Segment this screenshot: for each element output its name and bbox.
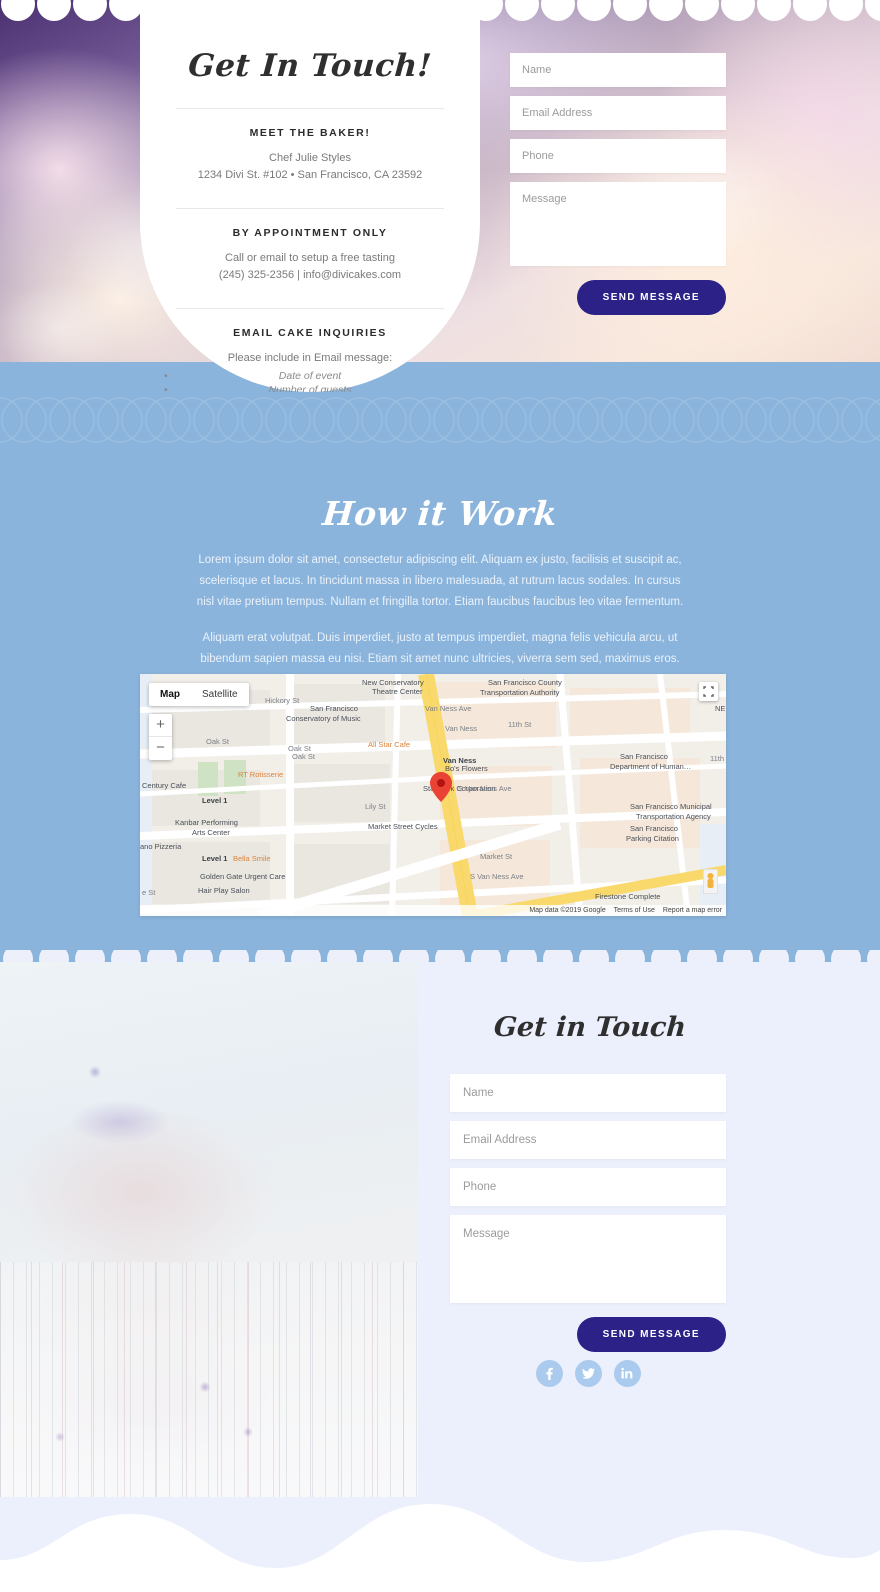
footer-contact-section: Get in Touch SEND MESSAGE — [0, 962, 880, 1592]
social-links — [450, 1360, 726, 1387]
footer-submit-row: SEND MESSAGE — [450, 1317, 726, 1352]
hero-contact-form: SEND MESSAGE — [510, 53, 726, 315]
send-message-button[interactable]: SEND MESSAGE — [576, 280, 726, 315]
street-view-pegman-icon[interactable] — [703, 869, 718, 894]
baker-name: Chef Julie Styles — [269, 152, 351, 164]
appointment-note: Call or email to setup a free tasting — [225, 252, 395, 264]
map-label: Hair Play Salon — [198, 886, 250, 895]
phone-input[interactable] — [510, 139, 726, 173]
baker-address: 1234 Divi St. #102 • San Francisco, CA 2… — [197, 169, 423, 181]
meet-the-baker-heading: MEET THE BAKER! — [249, 127, 371, 139]
hero-section: Get In Touch! MEET THE BAKER! Chef Julie… — [0, 0, 880, 392]
map-label: ano Pizzeria — [140, 842, 182, 851]
map-label: Century Cafe — [142, 781, 187, 790]
map-label: Level 1 — [202, 796, 228, 805]
footer-name-input[interactable] — [450, 1074, 726, 1112]
google-map[interactable]: Hickory StHickory StNew ConservatoryThea… — [140, 674, 726, 916]
list-item-label: Date of event — [278, 370, 342, 382]
map-label: e St — [142, 888, 156, 897]
map-label: Van Ness Ave — [425, 704, 472, 713]
list-item: Number of guests — [164, 383, 446, 392]
map-label: 11th St — [710, 754, 726, 763]
terms-of-use-link[interactable]: Terms of Use — [614, 907, 655, 914]
map-label: Kanbar Performing — [175, 818, 238, 827]
email-inquiries-list: Date of event Number of guests Location … — [164, 369, 446, 392]
card-divider-3 — [176, 308, 444, 309]
footer-phone-input[interactable] — [450, 1168, 726, 1206]
footer-send-message-button[interactable]: SEND MESSAGE — [576, 1317, 726, 1352]
map-label: Transportation Authority — [480, 688, 560, 697]
map-label: Firestone Complete — [595, 892, 661, 901]
map-label: San Francisco County — [488, 678, 562, 687]
map-label: Hickory St — [265, 696, 300, 705]
map-label: Oak St — [206, 737, 229, 746]
map-type-control[interactable]: Map Satellite — [149, 683, 249, 706]
email-inquiries-note: Please include in Email message: — [227, 352, 393, 364]
section-body: Lorem ipsum dolor sit amet, consectetur … — [190, 550, 690, 691]
linkedin-icon[interactable] — [613, 1360, 641, 1387]
macaron-photo — [0, 962, 418, 1497]
footer-title: Get in Touch — [492, 1012, 688, 1043]
map-label: San Francisco — [620, 752, 668, 761]
wave-bottom-divider — [0, 1504, 880, 1592]
twitter-icon[interactable] — [574, 1360, 602, 1387]
map-type-satellite-button[interactable]: Satellite — [191, 683, 249, 706]
email-input[interactable] — [510, 96, 726, 130]
map-label: All Star Cafe — [368, 740, 411, 749]
contact-page: Get In Touch! MEET THE BAKER! Chef Julie… — [0, 0, 880, 1592]
map-label: San Francisco — [630, 824, 678, 833]
map-label: New Conservatory — [362, 678, 424, 687]
how-it-works-section: How it Work Lorem ipsum dolor sit amet, … — [0, 362, 880, 974]
map-type-map-button[interactable]: Map — [149, 683, 191, 706]
map-label: Market Street Cycles — [368, 822, 438, 831]
zoom-in-button[interactable]: + — [149, 714, 172, 737]
map-label: San Francisco — [310, 704, 358, 713]
map-label: Lily St — [365, 802, 386, 811]
footer-message-input[interactable] — [450, 1215, 726, 1303]
email-inquiries-heading: EMAIL CAKE INQUIRIES — [233, 327, 387, 339]
name-input[interactable] — [510, 53, 726, 87]
map-label: S Van Ness Ave — [470, 872, 524, 881]
contact-phone-email: (245) 325-2356 | info@divicakes.com — [218, 269, 402, 281]
map-label: Department of Human… — [610, 762, 692, 771]
report-error-link[interactable]: Report a map error — [663, 907, 722, 914]
map-label: Level 1 — [202, 854, 228, 863]
paragraph-1: Lorem ipsum dolor sit amet, consectetur … — [196, 554, 684, 608]
map-zoom-control[interactable]: + − — [149, 714, 172, 760]
map-label: Van Ness — [445, 724, 477, 733]
map-location-pin[interactable] — [430, 772, 452, 802]
map-label: S Van Ness Ave — [458, 784, 512, 793]
facebook-icon[interactable] — [535, 1360, 563, 1387]
page-title: Get In Touch! — [187, 48, 433, 84]
zoom-out-button[interactable]: − — [149, 737, 172, 760]
map-label: Parking Citation — [626, 834, 679, 843]
card-divider-2 — [176, 208, 444, 209]
footer-contact-form: SEND MESSAGE — [450, 1074, 726, 1352]
map-label: San Francisco Municipal — [630, 802, 712, 811]
map-label: RT Rotisserie — [238, 770, 284, 779]
map-label: 11th St — [508, 720, 532, 729]
hero-submit-row: SEND MESSAGE — [510, 280, 726, 315]
map-label: NEMA Parking Garage — [715, 704, 726, 713]
fullscreen-icon[interactable] — [699, 682, 718, 701]
section-title: How it Work — [321, 494, 559, 533]
map-label: Golden Gate Urgent Care — [200, 872, 286, 881]
map-attribution: Map data ©2019 Google Terms of Use Repor… — [140, 905, 726, 916]
map-label: Theatre Center — [372, 687, 423, 696]
list-item-label: Number of guests — [268, 384, 352, 392]
map-label: Arts Center — [192, 828, 230, 837]
appointment-heading: BY APPOINTMENT ONLY — [232, 227, 388, 239]
message-input[interactable] — [510, 182, 726, 266]
card-divider-1 — [176, 108, 444, 109]
contact-info-card: Get In Touch! MEET THE BAKER! Chef Julie… — [140, 0, 480, 392]
footer-email-input[interactable] — [450, 1121, 726, 1159]
map-label: Conservatory of Music — [286, 714, 361, 723]
list-item: Date of event — [164, 369, 446, 383]
map-label: Bella Smile — [233, 854, 271, 863]
map-label: Market St — [480, 852, 513, 861]
map-label: Oak St — [292, 752, 315, 761]
map-label: Transportation Agency — [636, 812, 711, 821]
map-data-credit: Map data ©2019 Google — [529, 907, 606, 914]
